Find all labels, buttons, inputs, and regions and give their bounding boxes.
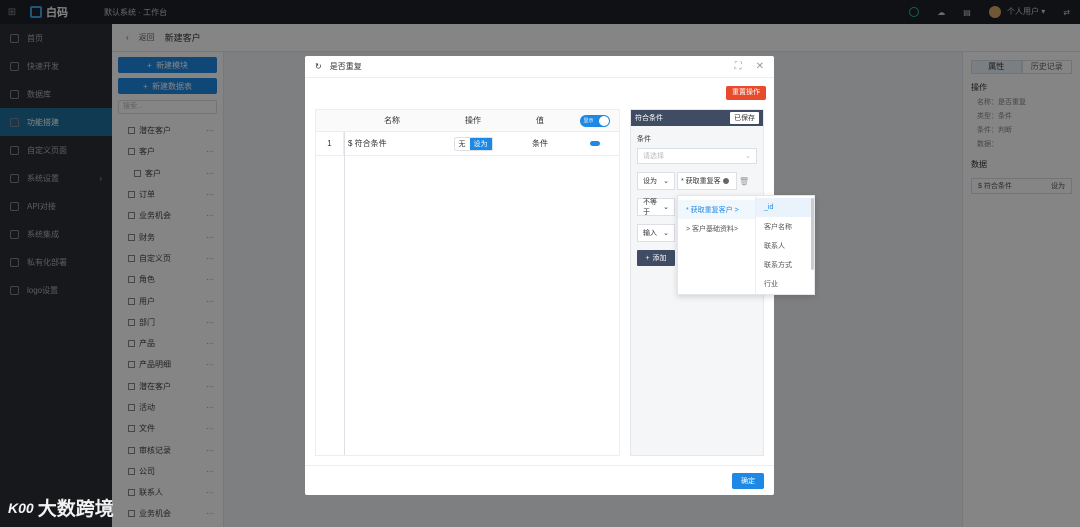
row-value: 条件: [532, 139, 548, 148]
cascader-option[interactable]: _id: [756, 198, 814, 217]
operation-segmented: 无 设为: [453, 136, 493, 151]
table-row[interactable]: 1 $ 符合条件 无 设为 条件: [316, 132, 619, 156]
select-value: 输入: [643, 230, 657, 237]
show-toggle[interactable]: 显示: [579, 114, 610, 127]
plus-icon: +: [645, 254, 650, 262]
row-name: $ 符合条件: [348, 139, 387, 148]
cascader-option[interactable]: 行业: [756, 274, 814, 293]
dialog-header: ↻ 是否重复 ⛶ ✕: [305, 56, 774, 78]
operator-select[interactable]: 不等于 ⌄: [637, 198, 675, 216]
watermark-logo: K00: [8, 499, 34, 516]
operator-select[interactable]: 输入 ⌄: [637, 224, 675, 242]
add-condition-button[interactable]: + 添加: [637, 250, 675, 266]
button-label: 添加: [652, 255, 667, 262]
chevron-down-icon: ⌄: [663, 230, 669, 237]
field-cascader-dropdown: * 获取重复客户 > > 客户基础资料> _id 客户名称 联系人 联系方式 行…: [677, 195, 815, 295]
header-index: [316, 110, 344, 131]
chevron-down-icon: ⌄: [663, 178, 669, 185]
remove-tag-icon[interactable]: [722, 178, 729, 184]
header-switch: 显示: [570, 110, 619, 131]
dialog-footer: 确定: [305, 465, 774, 495]
table-header: 名称 操作 值 显示: [316, 110, 619, 132]
condition-title: 符合条件: [635, 115, 663, 122]
select-value: 不等于: [643, 199, 657, 216]
cascader-option[interactable]: > 客户基础资料>: [678, 219, 755, 238]
chevron-down-icon: ⌄: [745, 153, 751, 160]
confirm-button[interactable]: 确定: [732, 473, 764, 489]
cascader-option[interactable]: * 获取重复客户 >: [678, 200, 755, 219]
cascader-option[interactable]: 客户名称: [756, 217, 814, 236]
watermark-text: 大数跨境: [37, 499, 114, 520]
row-switch-cell: [570, 132, 619, 155]
reset-operation-button[interactable]: 重置操作: [726, 86, 766, 100]
operation-table: 名称 操作 值 显示 1 $ 符合条件 无 设为 条件: [315, 109, 620, 456]
cascader-option[interactable]: 联系方式: [756, 255, 814, 274]
condition-header: 符合条件 已保存: [631, 110, 763, 126]
condition-label: 条件: [637, 136, 651, 143]
operator-select[interactable]: 设为 ⌄: [637, 172, 675, 190]
condition-select[interactable]: 请选择 ⌄: [637, 148, 757, 164]
tag-text: * 获取重复客: [681, 178, 721, 185]
header-name: 名称: [384, 116, 400, 125]
scrollbar[interactable]: [811, 198, 814, 270]
expand-icon[interactable]: ⛶: [735, 61, 742, 72]
cascader-column-tables: * 获取重复客户 > > 客户基础资料>: [678, 196, 756, 294]
close-icon[interactable]: ✕: [756, 61, 764, 72]
condition-row: 设为 ⌄ * 获取重复客 🗑: [637, 172, 757, 190]
seg-set-button[interactable]: 设为: [469, 137, 492, 150]
cascader-option[interactable]: 联系人: [756, 236, 814, 255]
refresh-icon[interactable]: ↻: [315, 62, 322, 71]
header-operation: 操作: [465, 116, 481, 125]
trash-icon[interactable]: 🗑: [739, 177, 749, 186]
value-tag-input[interactable]: * 获取重复客: [677, 172, 737, 190]
select-value: 设为: [643, 178, 657, 185]
watermark: K00 大数跨境: [8, 494, 114, 521]
header-value: 值: [536, 116, 544, 125]
select-placeholder: 请选择: [643, 153, 664, 160]
row-index: 1: [316, 132, 344, 155]
toggle-label: 显示: [583, 117, 594, 124]
seg-none-button[interactable]: 无: [455, 138, 470, 150]
dialog-title: 是否重复: [329, 62, 362, 71]
saved-badge[interactable]: 已保存: [730, 112, 759, 124]
cascader-column-fields: _id 客户名称 联系人 联系方式 行业: [756, 196, 814, 294]
chevron-down-icon: ⌄: [663, 204, 669, 211]
row-operation: 无 设为: [436, 132, 510, 155]
row-toggle[interactable]: [589, 141, 600, 146]
column-divider: [344, 132, 345, 455]
